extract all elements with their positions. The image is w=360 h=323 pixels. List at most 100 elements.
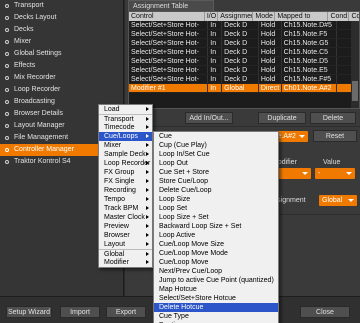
sidebar-item-decks-layout[interactable]: Decks Layout — [0, 12, 123, 24]
table-row[interactable]: Select/Set+Store Hot- In Deck D Hold Ch15.No… — [129, 66, 359, 75]
close-button[interactable]: Close — [300, 306, 350, 318]
column-header-mapped-to[interactable]: Mapped to — [275, 12, 329, 21]
menu-item-loop-in-set-cue[interactable]: Loop In/Set Cue — [154, 150, 278, 159]
menu-item-label: FX Single — [104, 178, 135, 185]
cell-assignment: Deck D — [222, 57, 259, 65]
table-row[interactable]: Modifier #1 In Global Direct Ch01.Note.A#2 — [129, 84, 359, 93]
sidebar-item-transport[interactable]: Transport — [0, 0, 123, 12]
menu-item-sample-deck[interactable]: Sample Deck — [99, 150, 152, 159]
assignment-table[interactable]: Control I/O Assignment Mode Mapped to Co… — [128, 11, 360, 109]
menu-item-select-set-store-hotcue[interactable]: Select/Set+Store Hotcue — [154, 294, 278, 303]
duplicate-button[interactable]: Duplicate — [258, 112, 306, 124]
divider — [128, 126, 360, 127]
table-row[interactable]: Select/Set+Store Hot- In Deck D Hold Ch15.No… — [129, 39, 359, 48]
sidebar-item-mixer[interactable]: Mixer — [0, 36, 123, 48]
menu-item-cue-set-store[interactable]: Cue Set + Store — [154, 168, 278, 177]
cell-mapped: Ch15.Note.G5 — [282, 39, 338, 47]
table-header: Control I/O Assignment Mode Mapped to Co… — [129, 12, 359, 21]
menu-item-label: Cue/Loop Move Size — [159, 241, 224, 248]
menu-item-label: Store Cue/Loop — [159, 178, 209, 185]
menu-item-cue-loop-move[interactable]: Cue/Loop Move — [154, 258, 278, 267]
menu-item-cup-cue-play[interactable]: Cup (Cue Play) — [154, 141, 278, 150]
sidebar-item-effects[interactable]: Effects — [0, 60, 123, 72]
menu-item-cue-loop-move-mode[interactable]: Cue/Loop Move Mode — [154, 249, 278, 258]
cell-mode: Hold — [259, 57, 282, 65]
cell-control: Select/Set+Store Hot- — [129, 48, 209, 56]
menu-item-loop-size-set[interactable]: Loop Size + Set — [154, 213, 278, 222]
table-row[interactable]: Select/Set+Store Hot- In Deck D Hold Ch15.No… — [129, 75, 359, 84]
column-header-cond2[interactable]: Con — [349, 12, 359, 21]
column-header-mode[interactable]: Mode — [253, 12, 276, 21]
sidebar-item-loop-recorder[interactable]: Loop Recorder — [0, 84, 123, 96]
table-row[interactable]: Select/Set+Store Hot- In Deck D Hold Ch15.No… — [129, 21, 359, 30]
menu-item-preview[interactable]: Preview — [99, 222, 152, 231]
column-header-io[interactable]: I/O — [205, 12, 219, 21]
menu-item-mixer[interactable]: Mixer — [99, 141, 152, 150]
import-button[interactable]: Import — [60, 306, 100, 318]
menu-item-loop-out[interactable]: Loop Out — [154, 159, 278, 168]
bullet-icon — [5, 40, 9, 44]
export-button[interactable]: Export — [106, 306, 146, 318]
column-header-assignment[interactable]: Assignment — [218, 12, 254, 21]
menu-item-timecode[interactable]: Timecode — [99, 123, 152, 132]
column-header-control[interactable]: Control — [129, 12, 205, 21]
menu-item-store-cue-loop[interactable]: Store Cue/Loop — [154, 177, 278, 186]
table-row[interactable]: Select/Set+Store Hot- In Deck D Hold Ch15.No… — [129, 48, 359, 57]
menu-item-browser[interactable]: Browser — [99, 231, 152, 240]
menu-item-cue-loops[interactable]: Cue/Loops — [99, 132, 152, 141]
cell-io: In — [208, 30, 223, 38]
menu-item-fx-single[interactable]: FX Single — [99, 177, 152, 186]
bullet-icon — [5, 112, 9, 116]
add-in-out-menu: Load Transport Timecode Cue/Loops Mixer Sampl… — [98, 104, 153, 268]
menu-item-tempo[interactable]: Tempo — [99, 195, 152, 204]
add-in-out-button[interactable]: Add In/Out... — [185, 112, 233, 124]
sidebar-item-label: Transport — [14, 2, 44, 9]
setup-wizard-button[interactable]: Setup Wizard — [6, 306, 52, 318]
assignment-select[interactable]: Global — [319, 195, 357, 206]
menu-item-loop-recorder[interactable]: Loop Recorder — [99, 159, 152, 168]
menu-item-loop-size[interactable]: Loop Size — [154, 195, 278, 204]
menu-item-next-prev-cue-loop[interactable]: Next/Prev Cue/Loop — [154, 267, 278, 276]
sidebar-item-mix-recorder[interactable]: Mix Recorder — [0, 72, 123, 84]
menu-item-track-bpm[interactable]: Track BPM — [99, 204, 152, 213]
cell-assignment: Deck D — [222, 66, 259, 74]
bullet-icon — [5, 4, 9, 8]
sidebar-item-decks[interactable]: Decks — [0, 24, 123, 36]
menu-item-transport[interactable]: Transport — [99, 114, 152, 123]
delete-button[interactable]: Delete — [310, 112, 356, 124]
reset-button[interactable]: Reset — [313, 130, 357, 142]
menu-item-label: Modifier — [104, 259, 129, 266]
menu-item-load[interactable]: Load — [99, 105, 152, 114]
menu-item-delete-hotcue[interactable]: Delete Hotcue — [154, 303, 278, 312]
menu-item-label: Sample Deck — [104, 151, 146, 158]
menu-item-cue-loop-move-size[interactable]: Cue/Loop Move Size — [154, 240, 278, 249]
table-row[interactable]: Select/Set+Store Hot- In Deck D Hold Ch15.No… — [129, 57, 359, 66]
menu-item-loop-active[interactable]: Loop Active — [154, 231, 278, 240]
menu-item-layout[interactable]: Layout — [99, 240, 152, 249]
menu-item-recording[interactable]: Recording — [99, 186, 152, 195]
chevron-right-icon — [146, 224, 149, 228]
cell-mode: Hold — [259, 30, 282, 38]
bullet-icon — [5, 148, 9, 152]
scrollbar-thumb[interactable] — [352, 81, 358, 101]
menu-item-fx-group[interactable]: FX Group — [99, 168, 152, 177]
menu-item-delete-cue-loop[interactable]: Delete Cue/Loop — [154, 186, 278, 195]
table-scrollbar[interactable] — [351, 21, 359, 108]
menu-item-map-hotcue[interactable]: Map Hotcue — [154, 285, 278, 294]
menu-item-loop-set[interactable]: Loop Set — [154, 204, 278, 213]
menu-item-backward-loop-size-set[interactable]: Backward Loop Size + Set — [154, 222, 278, 231]
menu-item-master-clock[interactable]: Master Clock — [99, 213, 152, 222]
sidebar-item-global-settings[interactable]: Global Settings — [0, 48, 123, 60]
cell-mapped: Ch15.Note.C5 — [282, 48, 338, 56]
tab-assignment-table[interactable]: Assignment Table — [128, 0, 214, 11]
menu-item-label: Delete Hotcue — [159, 304, 204, 311]
value-select[interactable]: - — [315, 168, 355, 179]
menu-item-label: Master Clock — [104, 214, 145, 221]
table-row[interactable]: Select/Set+Store Hot- In Deck D Hold Ch15.No… — [129, 30, 359, 39]
menu-item-cue-type[interactable]: Cue Type — [154, 312, 278, 321]
menu-item-global[interactable]: Global — [99, 249, 152, 258]
menu-item-modifier[interactable]: Modifier — [99, 258, 152, 267]
menu-item-jump-to-active-cue-point-quantized[interactable]: Jump to active Cue Point (quantized) — [154, 276, 278, 285]
column-header-cond1[interactable]: Cond1 — [328, 12, 350, 21]
menu-item-cue[interactable]: Cue — [154, 132, 278, 141]
